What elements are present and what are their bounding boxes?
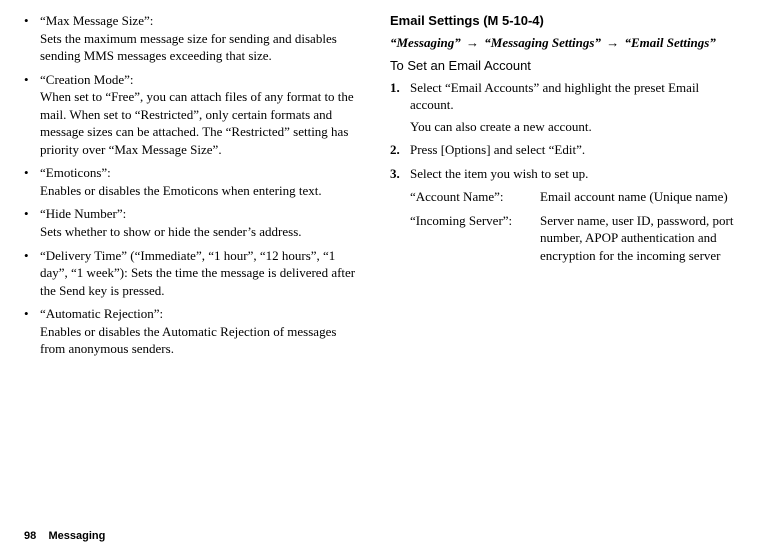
step-item: 2.Press [Options] and select “Edit”. — [390, 141, 739, 159]
page-number: 98 — [24, 530, 36, 542]
list-item: •“Emoticons”: Enables or disables the Emo… — [24, 164, 362, 199]
right-column: Email Settings (M 5-10-4) “Messaging” → … — [390, 12, 739, 364]
step-body: Select “Email Accounts” and highlight th… — [410, 79, 739, 136]
steps-list: 1.Select “Email Accounts” and highlight … — [390, 79, 739, 183]
arrow-icon: → — [464, 35, 481, 50]
subsection-heading: To Set an Email Account — [390, 57, 739, 75]
step-subtext: You can also create a new account. — [410, 118, 739, 136]
bullet-icon: • — [24, 305, 40, 358]
footer-section: Messaging — [48, 530, 105, 542]
list-item: •“Delivery Time” (“Immediate”, “1 hour”,… — [24, 247, 362, 300]
definition-term: “Account Name”: — [410, 188, 540, 206]
list-item-body: “Max Message Size”: Sets the maximum mess… — [40, 12, 362, 65]
list-item-body: “Delivery Time” (“Immediate”, “1 hour”, … — [40, 247, 362, 300]
step-item: 1.Select “Email Accounts” and highlight … — [390, 79, 739, 136]
breadcrumb: “Messaging” → “Messaging Settings” → “Em… — [390, 34, 739, 52]
heading-title: Email Settings — [390, 13, 480, 28]
step-number: 3. — [390, 165, 410, 183]
option-title: “Creation Mode”: — [40, 72, 134, 87]
list-item-body: “Hide Number”: Sets whether to show or hi… — [40, 205, 362, 240]
bullet-icon: • — [24, 12, 40, 65]
option-list: •“Max Message Size”:Sets the maximum mes… — [24, 12, 362, 358]
option-desc: Sets whether to show or hide the sender’… — [40, 224, 302, 239]
definition-row: “Account Name”:Email account name (Uniqu… — [410, 188, 739, 206]
left-column: •“Max Message Size”:Sets the maximum mes… — [24, 12, 362, 364]
step-body: Press [Options] and select “Edit”. — [410, 141, 739, 159]
option-title: “Hide Number”: — [40, 206, 126, 221]
arrow-icon: → — [604, 35, 621, 50]
heading-code: (M 5-10-4) — [480, 13, 544, 28]
step-body: Select the item you wish to set up. — [410, 165, 739, 183]
definition-row: “Incoming Server”:Server name, user ID, … — [410, 212, 739, 265]
step-text: Select “Email Accounts” and highlight th… — [410, 80, 699, 113]
definition-table: “Account Name”:Email account name (Uniqu… — [410, 188, 739, 264]
option-title: “Emoticons”: — [40, 165, 111, 180]
step-item: 3.Select the item you wish to set up. — [390, 165, 739, 183]
option-title: “Automatic Rejection”: — [40, 306, 163, 321]
definition-desc: Server name, user ID, password, port num… — [540, 212, 739, 265]
definition-desc: Email account name (Unique name) — [540, 188, 739, 206]
list-item-body: “Emoticons”: Enables or disables the Emot… — [40, 164, 362, 199]
list-item-body: “Automatic Rejection”: Enables or disable… — [40, 305, 362, 358]
option-desc: Sets the maximum message size for sendin… — [40, 31, 337, 64]
option-desc: “Delivery Time” (“Immediate”, “1 hour”, … — [40, 248, 355, 298]
breadcrumb-part: “Messaging” — [390, 35, 461, 50]
list-item: •“Automatic Rejection”: Enables or disabl… — [24, 305, 362, 358]
list-item: •“Hide Number”: Sets whether to show or h… — [24, 205, 362, 240]
step-number: 2. — [390, 141, 410, 159]
bullet-icon: • — [24, 205, 40, 240]
bullet-icon: • — [24, 247, 40, 300]
step-text: Select the item you wish to set up. — [410, 166, 588, 181]
list-item: •“Max Message Size”: Sets the maximum mes… — [24, 12, 362, 65]
bullet-icon: • — [24, 71, 40, 159]
option-desc: Enables or disables the Automatic Reject… — [40, 324, 336, 357]
step-number: 1. — [390, 79, 410, 136]
definition-term: “Incoming Server”: — [410, 212, 540, 265]
step-text: Press [Options] and select “Edit”. — [410, 142, 585, 157]
page-footer: 98 Messaging — [24, 529, 105, 544]
section-heading: Email Settings (M 5-10-4) — [390, 12, 739, 30]
list-item: •“Creation Mode”: When set to “Free”, you… — [24, 71, 362, 159]
option-desc: Enables or disables the Emoticons when e… — [40, 183, 322, 198]
option-desc: When set to “Free”, you can attach files… — [40, 89, 354, 157]
list-item-body: “Creation Mode”: When set to “Free”, you … — [40, 71, 362, 159]
bullet-icon: • — [24, 164, 40, 199]
breadcrumb-part: “Messaging Settings” — [484, 35, 601, 50]
breadcrumb-part: “Email Settings” — [624, 35, 715, 50]
option-title: “Max Message Size”: — [40, 13, 153, 28]
